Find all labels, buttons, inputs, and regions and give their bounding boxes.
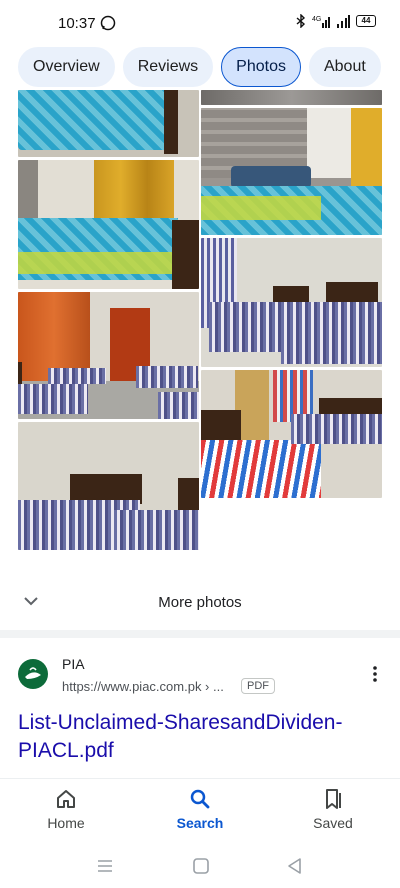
bottom-nav: Home Search Saved	[0, 778, 400, 846]
battery-icon: 44	[356, 15, 376, 27]
whatsapp-icon	[100, 15, 116, 31]
nav-saved[interactable]: Saved	[288, 787, 378, 831]
photo-room-two-beds[interactable]	[18, 292, 199, 419]
more-photos-row[interactable]: More photos	[0, 578, 400, 626]
system-nav-bar	[0, 846, 400, 888]
network-type: 4G	[312, 16, 321, 23]
pia-logo	[18, 659, 48, 689]
file-type-badge: PDF	[241, 678, 275, 694]
bluetooth-icon	[296, 14, 306, 28]
nav-home[interactable]: Home	[21, 787, 111, 831]
signal-4g-icon: 4G	[312, 16, 330, 28]
nav-home-label: Home	[47, 815, 85, 831]
status-bar: 10:37 4G 44	[0, 0, 400, 44]
more-photos-button[interactable]: More photos	[0, 594, 400, 611]
screen: 10:37 4G 44 Overview Reviews Photos Abou…	[0, 0, 400, 888]
section-divider	[0, 630, 400, 638]
signal-icon	[337, 15, 350, 28]
bookmark-icon	[326, 789, 341, 809]
photo-bed-stone-wall[interactable]	[201, 108, 382, 235]
search-icon	[190, 789, 210, 809]
nav-search-label: Search	[176, 815, 224, 831]
photo-striped-bed[interactable]	[201, 370, 382, 498]
back-triangle-icon[interactable]	[286, 857, 304, 875]
tab-reviews[interactable]: Reviews	[122, 47, 214, 87]
nav-saved-label: Saved	[313, 815, 353, 831]
tab-bar: Overview Reviews Photos About	[0, 44, 400, 90]
photo-top-right-partial[interactable]	[201, 90, 382, 105]
tab-overview[interactable]: Overview	[18, 47, 115, 87]
more-options-icon[interactable]	[368, 664, 382, 684]
status-time: 10:37	[58, 15, 96, 32]
photo-bed-blue-curtain[interactable]	[18, 160, 199, 289]
home-icon	[57, 790, 75, 808]
tab-about[interactable]: About	[308, 47, 381, 87]
site-name: PIA	[62, 656, 85, 672]
home-square-icon[interactable]	[192, 857, 210, 875]
status-icons: 4G 44	[296, 14, 376, 28]
photo-two-beds-purple[interactable]	[201, 238, 382, 367]
site-url[interactable]: https://www.piac.com.pk › ...	[62, 679, 224, 694]
result-title-link[interactable]: List-Unclaimed-SharesandDividen-PIACL.pd…	[18, 709, 388, 765]
photo-bed-blue-1[interactable]	[18, 90, 199, 157]
nav-search[interactable]: Search	[155, 787, 245, 831]
photo-two-beds-wall[interactable]	[18, 422, 199, 550]
menu-icon[interactable]	[96, 857, 114, 875]
tab-photos[interactable]: Photos	[221, 47, 301, 87]
